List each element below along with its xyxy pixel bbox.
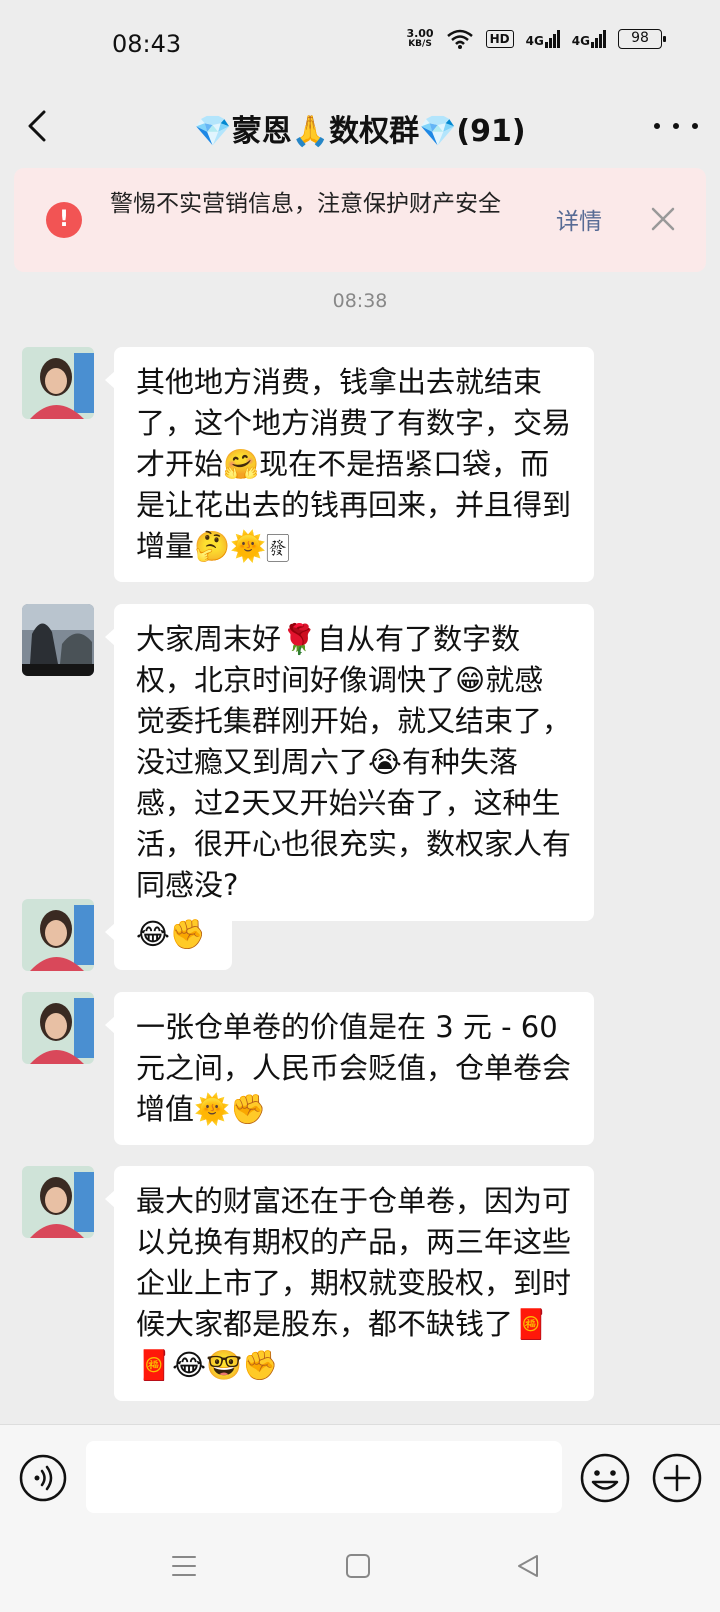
signal-label-2: 4G [571, 34, 590, 48]
status-bar: 08:43 3.00 KB/S HD 4G 4G 98 [0, 0, 720, 90]
network-speed-value: 3.00 [406, 27, 434, 40]
avatar-image [22, 1166, 94, 1238]
message-input[interactable] [86, 1441, 562, 1513]
avatar-image [22, 899, 94, 971]
network-speed-unit: KB/S [408, 39, 432, 49]
avatar[interactable] [22, 1166, 94, 1238]
message-bubble[interactable]: 其他地方消费，钱拿出去就结束了，这个地方消费了有数字，交易才开始🤗现在不是捂紧口… [105, 347, 594, 582]
avatar[interactable] [22, 899, 94, 971]
exclamation-icon: ! [46, 202, 82, 238]
chat-header: 💎蒙恩🙏数权群💎(91) [0, 90, 720, 170]
warning-banner: ! 警惕不实营销信息，注意保护财产安全 详情 [14, 168, 706, 272]
wifi-icon [446, 29, 473, 49]
plus-button[interactable] [650, 1451, 704, 1505]
status-time: 08:43 [112, 30, 182, 58]
close-icon [651, 207, 675, 231]
avatar-image [22, 992, 94, 1064]
message-bubble[interactable]: 最大的财富还在于仓单卷，因为可以兑换有期权的产品，两三年这些企业上市了，期权就变… [105, 1166, 594, 1401]
voice-button[interactable] [18, 1453, 68, 1503]
avatar[interactable] [22, 992, 94, 1064]
signal-icon: 4G [526, 30, 560, 48]
back-triangle-icon[interactable] [514, 1552, 542, 1580]
network-speed: 3.00 KB/S [406, 28, 433, 50]
input-bar [0, 1424, 720, 1528]
battery-level: 98 [631, 30, 649, 46]
message-bubble[interactable]: 大家周末好🌹自从有了数字数权，北京时间好像调快了😁就感觉委托集群刚开始，就又结束… [105, 604, 594, 921]
close-button[interactable] [646, 202, 680, 236]
emoji-button[interactable] [578, 1451, 632, 1505]
emoji-icon [580, 1453, 630, 1503]
avatar[interactable] [22, 347, 94, 419]
battery-icon: 98 [618, 29, 666, 49]
menu-icon[interactable] [170, 1552, 198, 1580]
home-icon[interactable] [344, 1552, 372, 1580]
signal-icon-2: 4G [572, 30, 606, 48]
signal-label: 4G [525, 34, 544, 48]
message-bubble[interactable]: 😂✊ [105, 899, 232, 970]
avatar-image [22, 604, 94, 676]
more-button[interactable] [654, 106, 698, 146]
message-bubble[interactable]: 一张仓单卷的价值是在 3 元 - 60 元之间，人民币会贬值，仓单卷会增值🌞✊ [105, 992, 594, 1145]
voice-icon [19, 1454, 67, 1502]
chat-title: 💎蒙恩🙏数权群💎(91) [194, 114, 526, 149]
avatar-image [22, 347, 94, 419]
warning-text: 警惕不实营销信息，注意保护财产安全 [110, 191, 501, 217]
more-icon [654, 123, 698, 129]
hd-badge: HD [485, 30, 514, 48]
plus-icon [652, 1453, 702, 1503]
avatar[interactable] [22, 604, 94, 676]
system-navigation-bar [0, 1528, 720, 1612]
time-divider: 08:38 [332, 290, 388, 312]
status-icons: 3.00 KB/S HD 4G 4G 98 [406, 28, 666, 50]
warning-detail-link[interactable]: 详情 [556, 202, 602, 236]
